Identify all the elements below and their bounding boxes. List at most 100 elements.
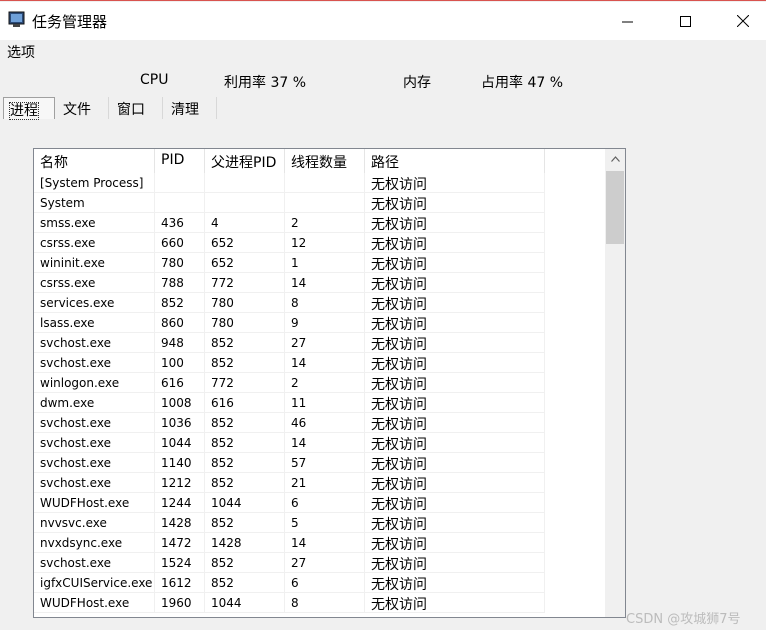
cell-parent-pid: 652 — [205, 233, 285, 253]
window-title: 任务管理器 — [32, 13, 108, 31]
table-row[interactable]: igfxCUIService.exe 1612 852 6 无权访问 — [34, 573, 605, 593]
cell-thread-count: 5 — [285, 513, 365, 533]
cell-name: WUDFHost.exe — [34, 493, 155, 513]
minimize-button[interactable] — [598, 2, 656, 40]
maximize-button[interactable] — [656, 2, 714, 40]
cell-name: svchost.exe — [34, 353, 155, 373]
table-row[interactable]: services.exe 852 780 8 无权访问 — [34, 293, 605, 313]
table-row[interactable]: svchost.exe 1212 852 21 无权访问 — [34, 473, 605, 493]
cell-path: 无权访问 — [365, 353, 545, 373]
cell-name: lsass.exe — [34, 313, 155, 333]
cell-parent-pid: 852 — [205, 433, 285, 453]
table-row[interactable]: csrss.exe 660 652 12 无权访问 — [34, 233, 605, 253]
cell-parent-pid: 772 — [205, 373, 285, 393]
table-row[interactable]: smss.exe 436 4 2 无权访问 — [34, 213, 605, 233]
process-list[interactable]: 名称 PID 父进程PID 线程数量 路径 [System Process] 无权… — [33, 148, 626, 618]
cell-name: System — [34, 193, 155, 213]
cell-name: smss.exe — [34, 213, 155, 233]
scroll-up-button[interactable] — [605, 149, 625, 169]
cell-thread-count: 14 — [285, 533, 365, 553]
menu-options[interactable]: 选项 — [7, 42, 35, 62]
cell-thread-count: 27 — [285, 333, 365, 353]
memory-label: 内存 — [403, 75, 431, 91]
cell-parent-pid: 852 — [205, 553, 285, 573]
tab-cleanup[interactable]: 清理 — [165, 97, 217, 119]
table-row[interactable]: lsass.exe 860 780 9 无权访问 — [34, 313, 605, 333]
close-button[interactable] — [714, 2, 766, 40]
table-row[interactable]: winlogon.exe 616 772 2 无权访问 — [34, 373, 605, 393]
cell-parent-pid — [205, 193, 285, 213]
cell-parent-pid: 852 — [205, 513, 285, 533]
cell-name: dwm.exe — [34, 393, 155, 413]
cell-pid: 1244 — [155, 493, 205, 513]
cell-parent-pid: 852 — [205, 573, 285, 593]
cell-name: services.exe — [34, 293, 155, 313]
cell-name: csrss.exe — [34, 233, 155, 253]
cell-pid — [155, 173, 205, 193]
cell-parent-pid: 616 — [205, 393, 285, 413]
table-row[interactable]: [System Process] 无权访问 — [34, 173, 605, 193]
cell-thread-count: 21 — [285, 473, 365, 493]
title-bar[interactable]: 任务管理器 — [0, 2, 766, 40]
cell-thread-count: 6 — [285, 493, 365, 513]
cell-name: svchost.exe — [34, 553, 155, 573]
cell-path: 无权访问 — [365, 553, 545, 573]
table-row[interactable]: nvxdsync.exe 1472 1428 14 无权访问 — [34, 533, 605, 553]
table-row[interactable]: svchost.exe 1036 852 46 无权访问 — [34, 413, 605, 433]
column-header-name[interactable]: 名称 — [34, 149, 155, 173]
column-header-parent-pid[interactable]: 父进程PID — [205, 149, 285, 173]
task-manager-icon — [8, 11, 25, 27]
table-row[interactable]: svchost.exe 948 852 27 无权访问 — [34, 333, 605, 353]
table-row[interactable]: nvvsvc.exe 1428 852 5 无权访问 — [34, 513, 605, 533]
cell-name: winlogon.exe — [34, 373, 155, 393]
cell-name: svchost.exe — [34, 333, 155, 353]
scrollbar-thumb[interactable] — [606, 171, 624, 244]
cell-pid: 1612 — [155, 573, 205, 593]
column-header-path[interactable]: 路径 — [365, 149, 545, 173]
memory-usage: 占用率 47 % — [481, 75, 564, 91]
cell-name: svchost.exe — [34, 453, 155, 473]
tab-files[interactable]: 文件 — [57, 97, 109, 119]
table-row[interactable]: dwm.exe 1008 616 11 无权访问 — [34, 393, 605, 413]
cell-parent-pid — [205, 173, 285, 193]
cell-thread-count — [285, 193, 365, 213]
cell-thread-count: 12 — [285, 233, 365, 253]
table-row[interactable]: wininit.exe 780 652 1 无权访问 — [34, 253, 605, 273]
cell-path: 无权访问 — [365, 293, 545, 313]
cell-pid: 616 — [155, 373, 205, 393]
table-row[interactable]: svchost.exe 1524 852 27 无权访问 — [34, 553, 605, 573]
table-row[interactable]: WUDFHost.exe 1244 1044 6 无权访问 — [34, 493, 605, 513]
cell-parent-pid: 852 — [205, 453, 285, 473]
cell-thread-count: 2 — [285, 213, 365, 233]
cell-pid: 1036 — [155, 413, 205, 433]
table-row[interactable]: WUDFHost.exe 1960 1044 8 无权访问 — [34, 593, 605, 613]
cell-thread-count: 11 — [285, 393, 365, 413]
tab-windows[interactable]: 窗口 — [111, 97, 163, 119]
cell-pid: 1960 — [155, 593, 205, 613]
column-header-thread-count[interactable]: 线程数量 — [285, 149, 365, 173]
cell-thread-count: 8 — [285, 293, 365, 313]
tab-label: 窗口 — [117, 102, 145, 118]
table-row[interactable]: csrss.exe 788 772 14 无权访问 — [34, 273, 605, 293]
cell-thread-count: 27 — [285, 553, 365, 573]
cell-thread-count: 14 — [285, 273, 365, 293]
table-row[interactable]: svchost.exe 100 852 14 无权访问 — [34, 353, 605, 373]
cell-parent-pid: 1044 — [205, 493, 285, 513]
cell-thread-count — [285, 173, 365, 193]
tab-processes[interactable]: 进程 — [3, 97, 55, 120]
cell-path: 无权访问 — [365, 573, 545, 593]
cell-path: 无权访问 — [365, 513, 545, 533]
table-row[interactable]: svchost.exe 1044 852 14 无权访问 — [34, 433, 605, 453]
cell-name: svchost.exe — [34, 473, 155, 493]
table-row[interactable]: System 无权访问 — [34, 193, 605, 213]
cell-thread-count: 14 — [285, 433, 365, 453]
column-header-pid[interactable]: PID — [155, 149, 205, 173]
cell-path: 无权访问 — [365, 173, 545, 193]
watermark: CSDN @攻城狮7号 — [626, 612, 741, 627]
vertical-scrollbar[interactable] — [605, 149, 625, 617]
cell-name: svchost.exe — [34, 413, 155, 433]
cell-pid: 1044 — [155, 433, 205, 453]
tab-label: 文件 — [63, 102, 91, 118]
cell-pid: 1524 — [155, 553, 205, 573]
table-row[interactable]: svchost.exe 1140 852 57 无权访问 — [34, 453, 605, 473]
